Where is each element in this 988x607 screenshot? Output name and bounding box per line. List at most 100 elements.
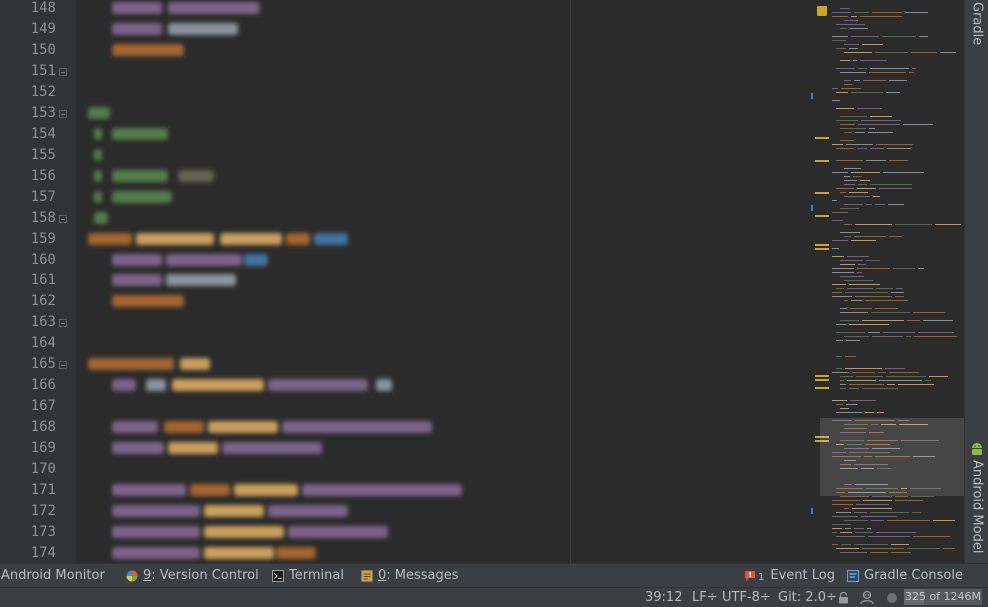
messages-tab[interactable]: 0: Messages	[361, 564, 459, 587]
minimap-line	[849, 388, 859, 389]
minimap-line	[836, 412, 862, 413]
inspector-icon[interactable]	[859, 590, 875, 605]
version-control-tab[interactable]: 9: Version Control	[126, 564, 259, 587]
minimap-line	[883, 332, 915, 333]
warning-marker[interactable]	[815, 215, 829, 217]
console-icon	[847, 569, 859, 582]
warning-marker[interactable]	[815, 375, 829, 377]
minimap-line	[852, 508, 892, 509]
minimap-line	[879, 188, 912, 189]
line-number: 165	[30, 356, 56, 373]
code-token	[112, 442, 164, 455]
minimap-line	[844, 196, 870, 197]
code-editor[interactable]: 148 149 150 151 152 153 154 155 156 157 158 159 160 1…	[0, 0, 964, 563]
gradle-console-tab[interactable]: Gradle Console	[847, 564, 963, 587]
android-monitor-tab[interactable]: Android Monitor	[1, 564, 105, 587]
minimap-line	[862, 320, 904, 321]
minimap-line	[869, 72, 906, 73]
warning-marker[interactable]	[815, 379, 829, 381]
minimap-line	[889, 160, 908, 161]
fold-toggle-icon[interactable]	[59, 319, 67, 328]
code-token	[112, 274, 162, 287]
encoding-selector[interactable]: UTF-8÷	[722, 588, 771, 607]
code-token	[220, 232, 282, 245]
fold-toggle-icon[interactable]	[59, 109, 67, 118]
gradle-tab-label: Gradle	[969, 2, 985, 46]
minimap-line	[832, 504, 853, 505]
minimap-line	[849, 384, 884, 385]
minimap-line	[887, 148, 911, 149]
minimap-line	[832, 528, 842, 529]
minimap-line	[854, 512, 867, 513]
memory-indicator[interactable]: 325 of 1246M	[904, 589, 982, 605]
minimap-line	[891, 544, 909, 545]
minimap-line	[840, 260, 863, 261]
minimap-line	[854, 528, 864, 529]
minimap-line	[855, 132, 865, 133]
memory-label: 325 of 1246M	[904, 590, 982, 603]
change-marker[interactable]	[811, 508, 813, 514]
minimap-line	[844, 20, 858, 21]
warning-marker[interactable]	[815, 248, 829, 250]
minimap-line	[891, 292, 904, 293]
line-number: 167	[30, 398, 56, 415]
warning-marker[interactable]	[815, 137, 829, 139]
warning-marker[interactable]	[815, 160, 829, 162]
android-model-tool-tab[interactable]: Android Model	[965, 442, 988, 554]
minimap-line	[844, 280, 873, 281]
minimap-line	[844, 336, 869, 337]
minimap-line	[840, 140, 854, 141]
minimap-line	[853, 176, 862, 177]
minimap-line	[872, 336, 903, 337]
code-token	[168, 22, 238, 35]
code-token	[244, 253, 268, 266]
minimap-line	[872, 12, 902, 13]
minimap-line	[849, 284, 880, 285]
change-marker[interactable]	[811, 93, 813, 99]
terminal-tab[interactable]: Terminal	[272, 564, 344, 587]
minimap-line	[851, 92, 883, 93]
minimap-line	[919, 36, 928, 37]
fold-toggle-icon[interactable]	[59, 361, 67, 370]
line-number: 164	[30, 335, 56, 352]
warning-indicator-icon[interactable]	[817, 6, 827, 16]
minimap-line	[836, 68, 855, 69]
code-token	[204, 505, 264, 518]
minimap-line	[832, 296, 852, 297]
minimap-line	[844, 184, 855, 185]
git-branch-selector[interactable]: Git: 2.0÷	[778, 588, 837, 607]
minimap-viewport[interactable]	[820, 418, 964, 496]
event-log-tab[interactable]: 1 Event Log	[744, 564, 835, 587]
fold-toggle-icon[interactable]	[59, 214, 67, 223]
minimap-line	[889, 236, 902, 237]
android-monitor-label: Android Monitor	[1, 568, 105, 583]
minimap-line	[840, 312, 868, 313]
warning-marker[interactable]	[815, 387, 829, 389]
minimap-line	[832, 400, 847, 401]
warning-marker[interactable]	[815, 244, 829, 246]
minimap-line	[925, 380, 931, 381]
minimap-line	[943, 548, 955, 549]
lock-icon[interactable]	[838, 592, 849, 604]
minimap-line	[862, 548, 904, 549]
caret-position[interactable]: 39:12	[645, 588, 682, 607]
minimap-line	[840, 60, 850, 61]
change-marker[interactable]	[811, 205, 813, 211]
code-token	[112, 169, 168, 182]
line-number: 171	[30, 482, 56, 499]
line-number-gutter: 148 149 150 151 152 153 154 155 156 157 158 159 160 1…	[0, 0, 76, 563]
minimap-line	[832, 40, 846, 41]
right-margin-guide	[570, 0, 571, 563]
fold-toggle-icon[interactable]	[59, 67, 67, 76]
warning-marker[interactable]	[815, 192, 829, 194]
line-number: 174	[30, 544, 56, 561]
gradle-tool-tab[interactable]: Gradle	[965, 2, 988, 46]
line-separator-selector[interactable]: LF÷	[692, 588, 718, 607]
code-token	[314, 232, 348, 245]
minimap-line	[886, 376, 926, 377]
minimap-line	[840, 388, 846, 389]
minimap-line	[832, 16, 848, 17]
minimap-line	[865, 300, 908, 301]
minimap-line	[868, 132, 893, 133]
minimap-line	[836, 108, 854, 109]
